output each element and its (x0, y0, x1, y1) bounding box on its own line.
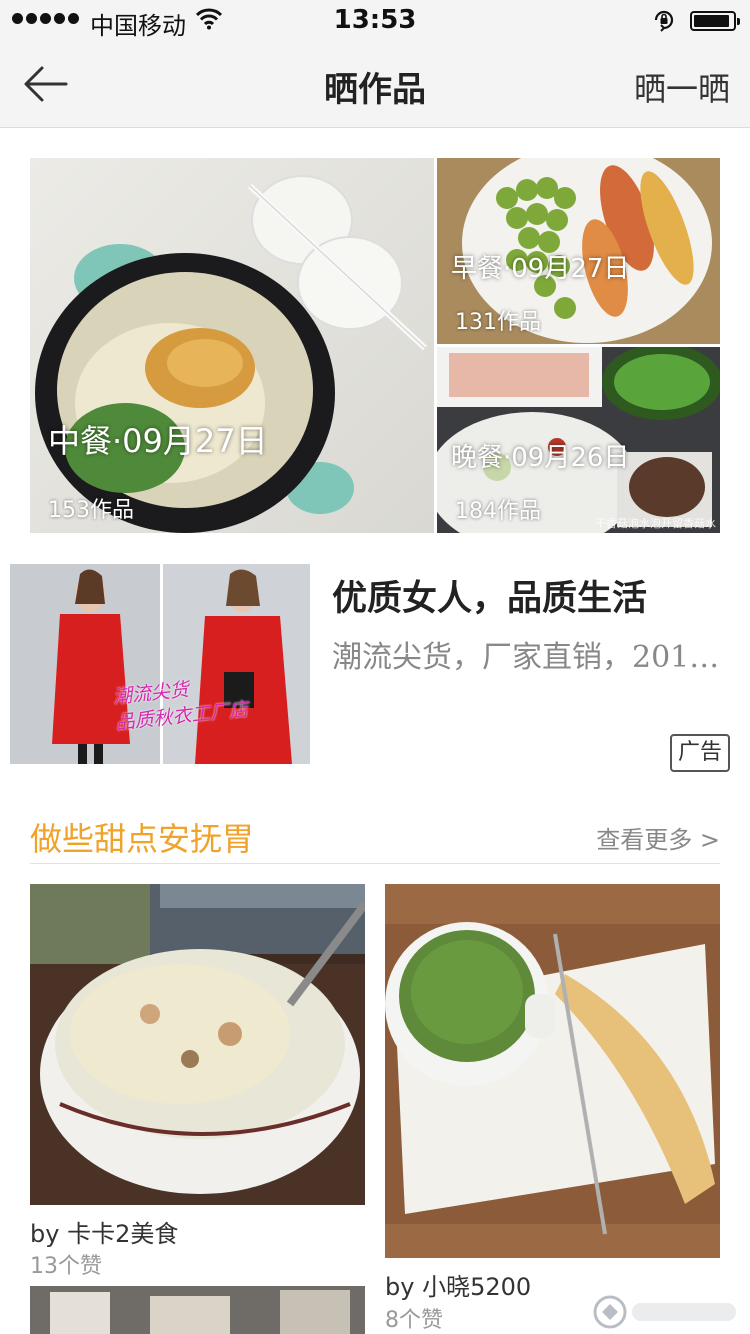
tile-count: 184作品 (455, 499, 541, 524)
battery-icon (690, 11, 740, 31)
recipe-author[interactable]: by 卡卡2美食 (30, 1214, 178, 1249)
section-divider (30, 863, 720, 864)
tile-count: 153作品 (48, 498, 134, 523)
ad-description: 潮流尖货，厂家直销，2017秋冬新款女装 (332, 640, 732, 675)
section-title: 做些甜点安抚胃 (30, 820, 255, 858)
watermark-logo (593, 1295, 736, 1329)
ad-title[interactable]: 优质女人，品质生活 (332, 570, 647, 621)
tile-title: 晚餐·09月26日 (451, 443, 630, 473)
gallery-tile-lunch[interactable]: 中餐·09月27日 153作品 (30, 158, 434, 533)
view-more-link[interactable]: 查看更多 > (596, 820, 720, 855)
share-button[interactable]: 晒一晒 (634, 64, 730, 110)
recipe-image[interactable] (385, 884, 720, 1258)
ad-image[interactable]: 潮流尖货 品质秋衣工厂店 (10, 564, 310, 764)
tile-title: 早餐·09月27日 (451, 254, 630, 284)
nav-bar: 晒作品 晒一晒 (0, 40, 750, 128)
status-time: 13:53 (333, 5, 417, 35)
orientation-lock-icon (654, 10, 674, 32)
recipe-author[interactable]: by 小晓5200 (385, 1267, 531, 1302)
recipe-image[interactable] (30, 884, 365, 1205)
recipe-likes: 13个赞 (30, 1254, 102, 1279)
tile-title: 中餐·09月27日 (48, 422, 268, 460)
ad-badge: 广告 (670, 734, 730, 772)
gallery-tile-breakfast[interactable]: 早餐·09月27日 131作品 (437, 158, 720, 344)
lunch-photo (35, 175, 428, 533)
status-bar: 中国移动 13:53 (0, 0, 750, 40)
gallery-tile-dinner[interactable]: 晚餐·09月26日 184作品 干香菇泡水泡开留香菇水 (437, 347, 720, 533)
photo-caption: 干香菇泡水泡开留香菇水 (595, 517, 716, 530)
recipe-image[interactable] (30, 1286, 365, 1334)
tile-count: 131作品 (455, 310, 541, 335)
recipe-likes: 8个赞 (385, 1308, 443, 1333)
